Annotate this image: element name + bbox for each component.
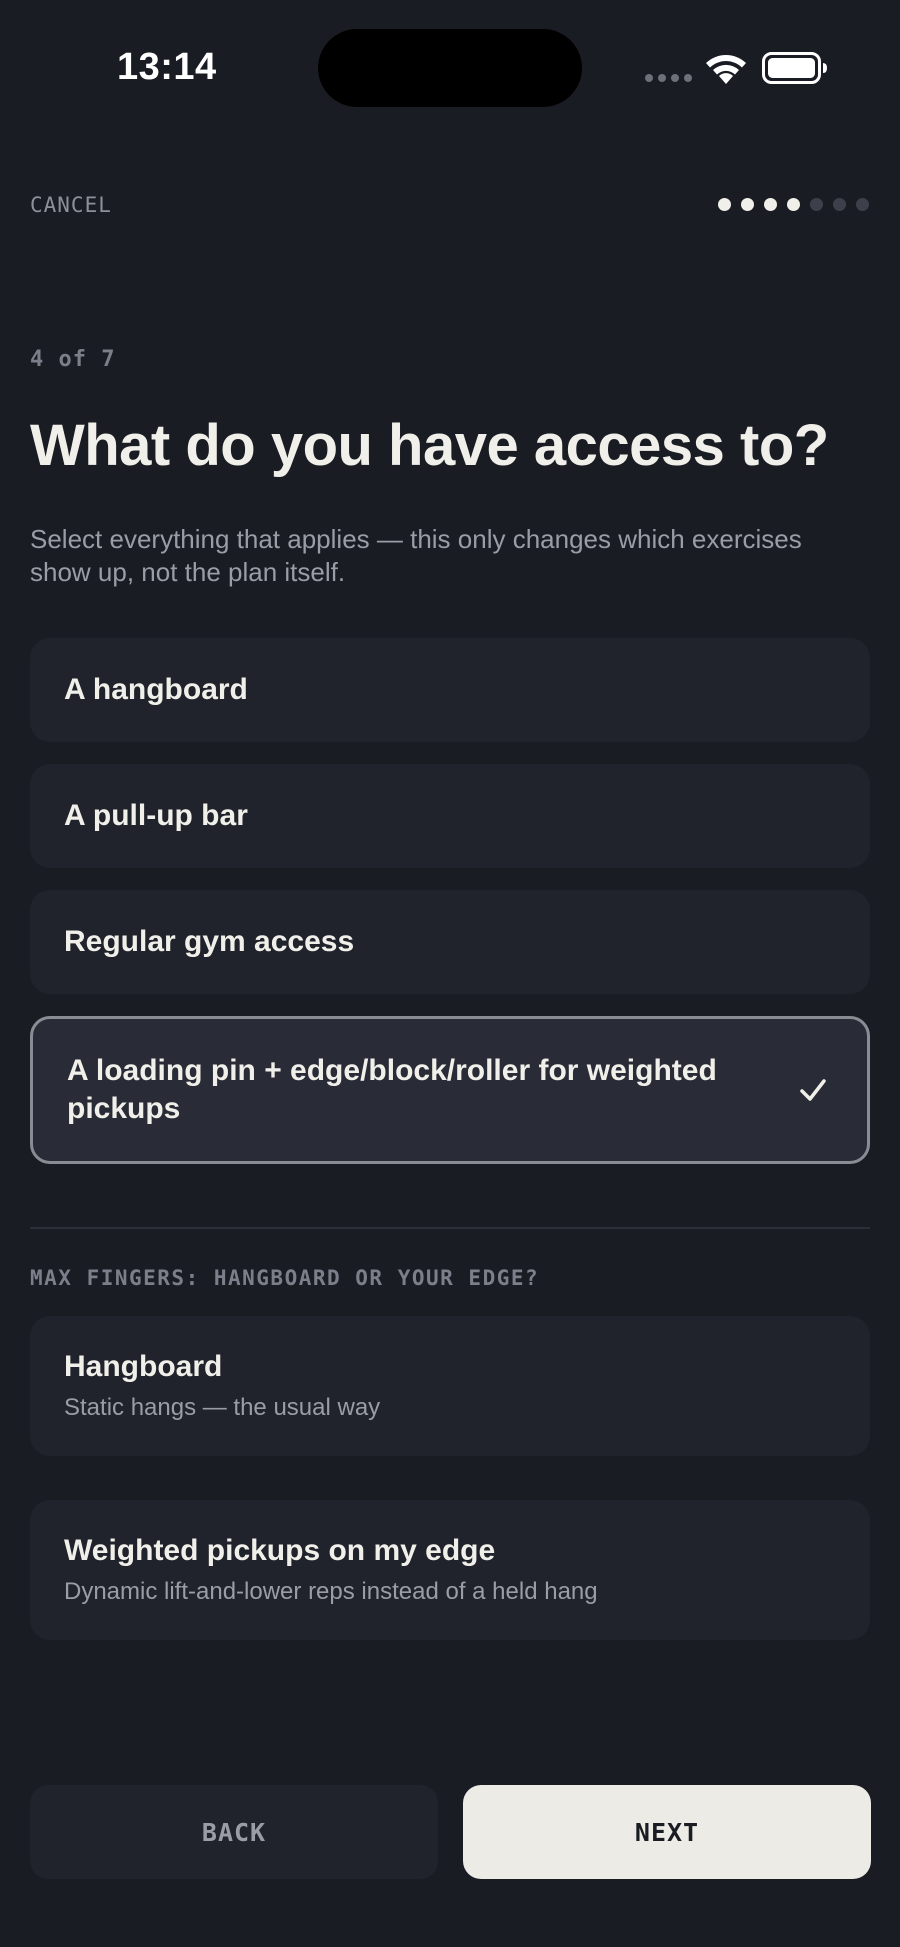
option-gym-access[interactable]: Regular gym access — [30, 890, 870, 994]
option-loading-pin[interactable]: A loading pin + edge/block/roller for we… — [30, 1016, 870, 1164]
option-label: A loading pin + edge/block/roller for we… — [67, 1054, 717, 1125]
onboarding-screen: 13:14 CANCEL 4 of 7 What do you have acc… — [0, 0, 900, 1947]
battery-icon — [762, 52, 827, 84]
page-title: What do you have access to? — [30, 413, 829, 478]
section-label: MAX FINGERS: HANGBOARD OR YOUR EDGE? — [30, 1266, 540, 1290]
option-pull-up-bar[interactable]: A pull-up bar — [30, 764, 870, 868]
back-button[interactable]: BACK — [30, 1785, 438, 1879]
progress-dot — [764, 198, 777, 211]
progress-dot — [741, 198, 754, 211]
choice-weighted-pickups[interactable]: Weighted pickups on my edge Dynamic lift… — [30, 1500, 870, 1640]
option-hangboard[interactable]: A hangboard — [30, 638, 870, 742]
progress-dot — [810, 198, 823, 211]
choice-description: Static hangs — the usual way — [64, 1394, 381, 1421]
progress-dot — [718, 198, 731, 211]
wifi-icon — [706, 55, 746, 84]
page-subtitle: Select everything that applies — this on… — [30, 524, 802, 587]
dynamic-island — [318, 29, 582, 107]
option-label: A pull-up bar — [64, 799, 248, 832]
section-divider — [30, 1227, 870, 1229]
progress-dot — [856, 198, 869, 211]
progress-dot — [787, 198, 800, 211]
cellular-signal-icon — [645, 74, 692, 82]
option-label: Regular gym access — [64, 925, 355, 958]
option-label: A hangboard — [64, 673, 248, 706]
progress-dots — [718, 198, 869, 211]
choice-title: Hangboard — [64, 1350, 223, 1383]
cancel-button[interactable]: CANCEL — [30, 193, 112, 217]
checkmark-icon — [800, 1079, 826, 1101]
choice-hangboard[interactable]: Hangboard Static hangs — the usual way — [30, 1316, 870, 1456]
step-indicator: 4 of 7 — [30, 347, 116, 372]
choice-title: Weighted pickups on my edge — [64, 1534, 496, 1567]
next-button[interactable]: NEXT — [463, 1785, 871, 1879]
status-time: 13:14 — [117, 46, 217, 88]
choice-description: Dynamic lift-and-lower reps instead of a… — [64, 1578, 598, 1605]
progress-dot — [833, 198, 846, 211]
